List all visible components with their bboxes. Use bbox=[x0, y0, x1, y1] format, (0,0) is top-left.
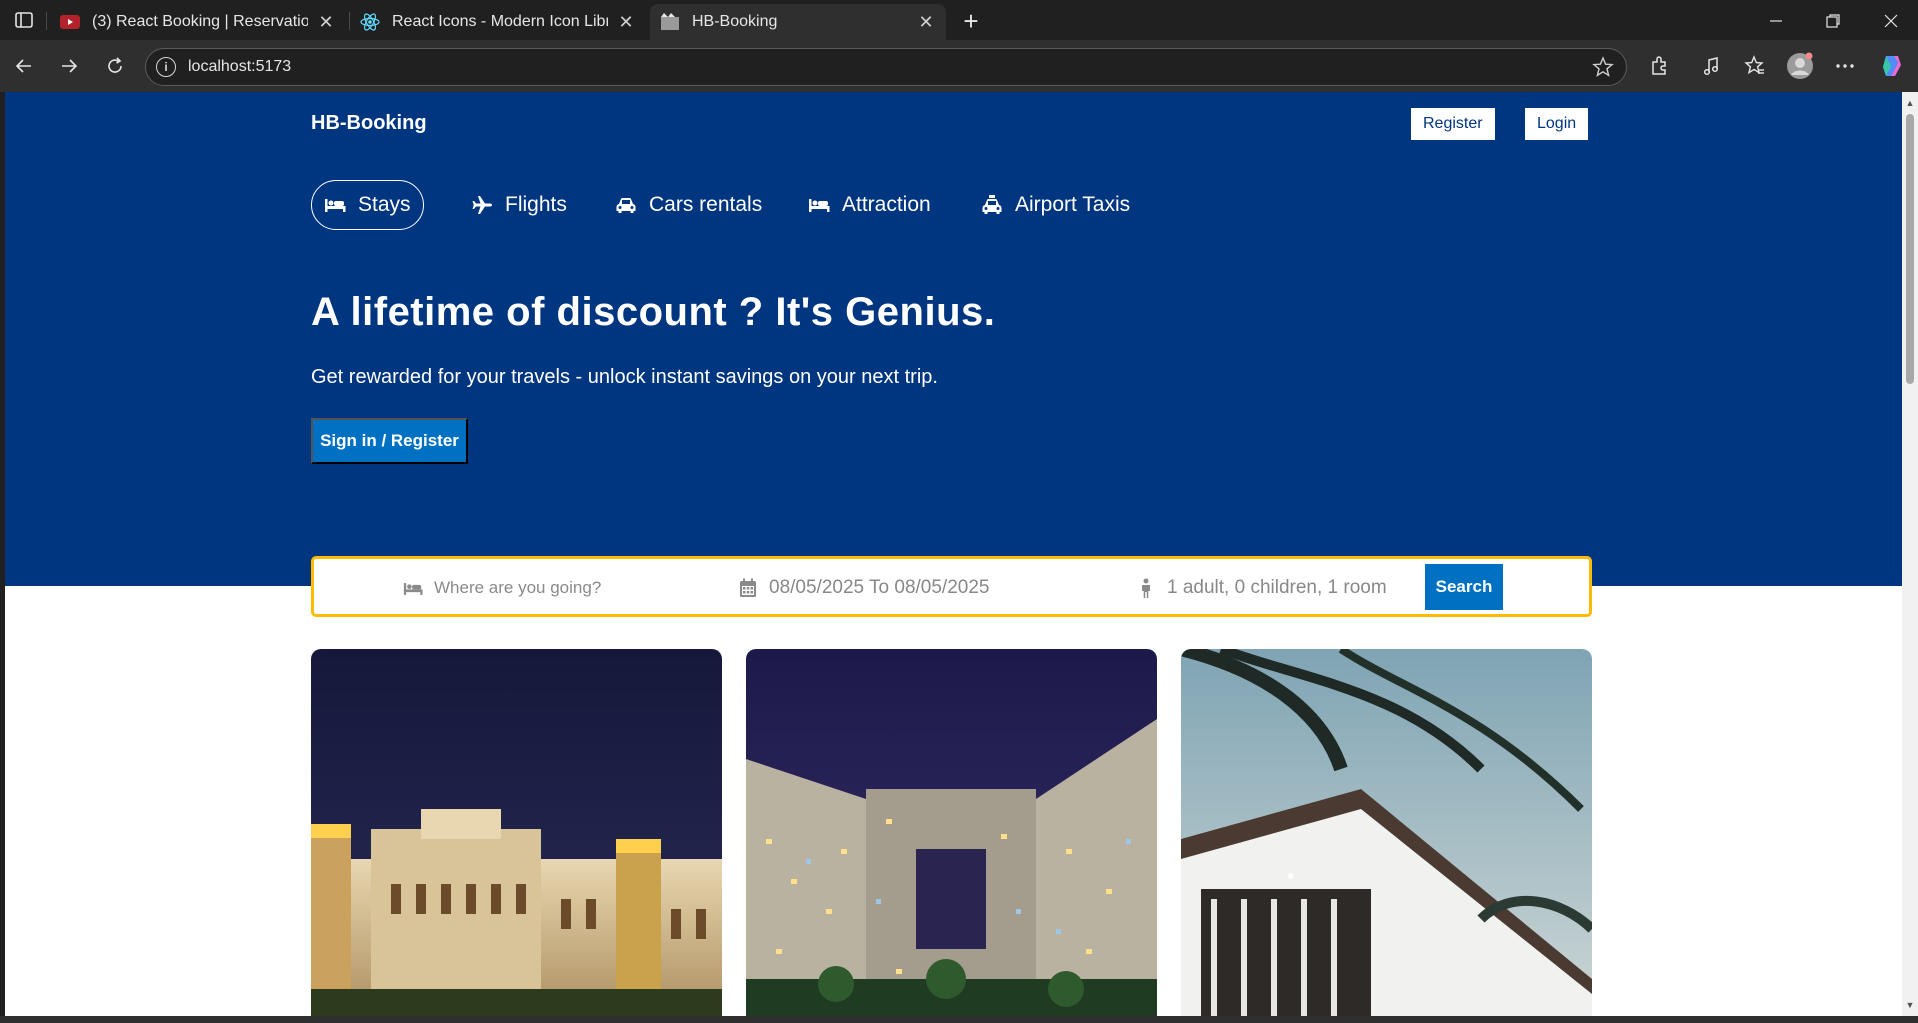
date-range-field[interactable]: 08/05/2025 To 08/05/2025 bbox=[737, 575, 989, 601]
login-button[interactable]: Login bbox=[1525, 108, 1589, 140]
tab-separator bbox=[46, 12, 47, 30]
person-icon bbox=[1135, 577, 1157, 599]
car-icon bbox=[615, 194, 637, 216]
browser-toolbar: i localhost:5173 bbox=[0, 40, 1918, 92]
tab-hb-booking[interactable]: HB-Booking ✕ bbox=[650, 4, 946, 40]
address-bar[interactable]: i localhost:5173 bbox=[145, 48, 1627, 86]
sign-in-register-button[interactable]: Sign in / Register bbox=[311, 418, 468, 464]
close-icon[interactable]: ✕ bbox=[616, 12, 636, 32]
profile-avatar-icon[interactable] bbox=[1786, 52, 1814, 80]
youtube-icon bbox=[60, 12, 80, 32]
copilot-icon[interactable] bbox=[1877, 52, 1905, 80]
tab-title: HB-Booking bbox=[692, 13, 778, 30]
address-url: localhost:5173 bbox=[188, 58, 292, 75]
extensions-icon[interactable] bbox=[1645, 52, 1673, 80]
search-bar: 08/05/2025 To 08/05/2025 1 adult, 0 chil… bbox=[311, 556, 1592, 617]
nav-item-stays[interactable]: Stays bbox=[311, 180, 424, 230]
hero-section bbox=[5, 92, 1902, 586]
page-scrollbar[interactable]: ▲ ▼ bbox=[1902, 92, 1918, 1016]
brand-logo[interactable]: HB-Booking bbox=[311, 112, 427, 135]
restore-icon[interactable] bbox=[1820, 8, 1846, 34]
nav-item-label: Attraction bbox=[842, 193, 931, 216]
register-button[interactable]: Register bbox=[1411, 108, 1495, 140]
site-info-icon[interactable]: i bbox=[156, 57, 176, 77]
react-icon bbox=[360, 12, 380, 32]
tab-react-icons[interactable]: React Icons - Modern Icon Library ✕ bbox=[350, 4, 646, 40]
more-options-icon[interactable] bbox=[1831, 52, 1859, 80]
scroll-up-icon[interactable]: ▲ bbox=[1905, 98, 1915, 108]
forward-icon[interactable] bbox=[55, 52, 83, 80]
bed-icon bbox=[324, 194, 346, 216]
browser-tab-bar: (3) React Booking | Reservation Ap ✕ Rea… bbox=[0, 0, 1918, 40]
taxi-icon bbox=[981, 194, 1003, 216]
favorite-star-icon[interactable] bbox=[1592, 56, 1614, 78]
media-control-icon[interactable] bbox=[1697, 52, 1725, 80]
nav-item-cars-rentals[interactable]: Cars rentals bbox=[602, 180, 775, 230]
back-icon[interactable] bbox=[10, 52, 38, 80]
bed-icon bbox=[808, 194, 830, 216]
window-bottom-edge bbox=[0, 1016, 1918, 1023]
destination-input[interactable] bbox=[434, 578, 634, 598]
film-icon bbox=[660, 12, 680, 32]
nav-item-label: Airport Taxis bbox=[1015, 193, 1131, 216]
nav-item-label: Flights bbox=[505, 193, 567, 216]
new-tab-button[interactable]: + bbox=[957, 6, 985, 36]
scroll-down-icon[interactable]: ▼ bbox=[1905, 1000, 1915, 1010]
tab-title: React Icons - Modern Icon Library bbox=[392, 13, 608, 30]
page-viewport: HB-Booking Register Login Stays Flights … bbox=[5, 92, 1918, 1016]
tab-actions-icon[interactable] bbox=[12, 9, 36, 31]
bed-icon bbox=[402, 577, 424, 599]
featured-image[interactable] bbox=[746, 649, 1157, 1016]
search-button[interactable]: Search bbox=[1425, 564, 1503, 610]
destination-field[interactable] bbox=[402, 575, 634, 601]
plane-icon bbox=[471, 194, 493, 216]
close-icon[interactable]: ✕ bbox=[316, 12, 336, 32]
guests-text: 1 adult, 0 children, 1 room bbox=[1167, 577, 1387, 598]
refresh-icon[interactable] bbox=[101, 52, 129, 80]
date-range-text: 08/05/2025 To 08/05/2025 bbox=[769, 577, 990, 598]
guests-field[interactable]: 1 adult, 0 children, 1 room bbox=[1135, 575, 1387, 601]
featured-image[interactable] bbox=[1181, 649, 1592, 1016]
favorites-icon[interactable] bbox=[1741, 52, 1769, 80]
nav-item-flights[interactable]: Flights bbox=[458, 180, 580, 230]
scrollbar-thumb[interactable] bbox=[1906, 114, 1914, 384]
close-window-icon[interactable] bbox=[1878, 8, 1904, 34]
nav-item-label: Stays bbox=[358, 193, 411, 216]
hero-description: Get rewarded for your travels - unlock i… bbox=[311, 366, 938, 388]
calendar-icon bbox=[737, 577, 759, 599]
nav-item-airport-taxis[interactable]: Airport Taxis bbox=[968, 180, 1143, 230]
tab-react-booking[interactable]: (3) React Booking | Reservation Ap ✕ bbox=[50, 4, 346, 40]
hero-title: A lifetime of discount ? It's Genius. bbox=[311, 290, 996, 334]
nav-item-attraction[interactable]: Attraction bbox=[795, 180, 944, 230]
nav-item-label: Cars rentals bbox=[649, 193, 763, 216]
close-icon[interactable]: ✕ bbox=[916, 12, 936, 32]
tab-title: (3) React Booking | Reservation Ap bbox=[92, 13, 308, 30]
featured-image[interactable] bbox=[311, 649, 722, 1016]
minimize-icon[interactable] bbox=[1763, 8, 1789, 34]
